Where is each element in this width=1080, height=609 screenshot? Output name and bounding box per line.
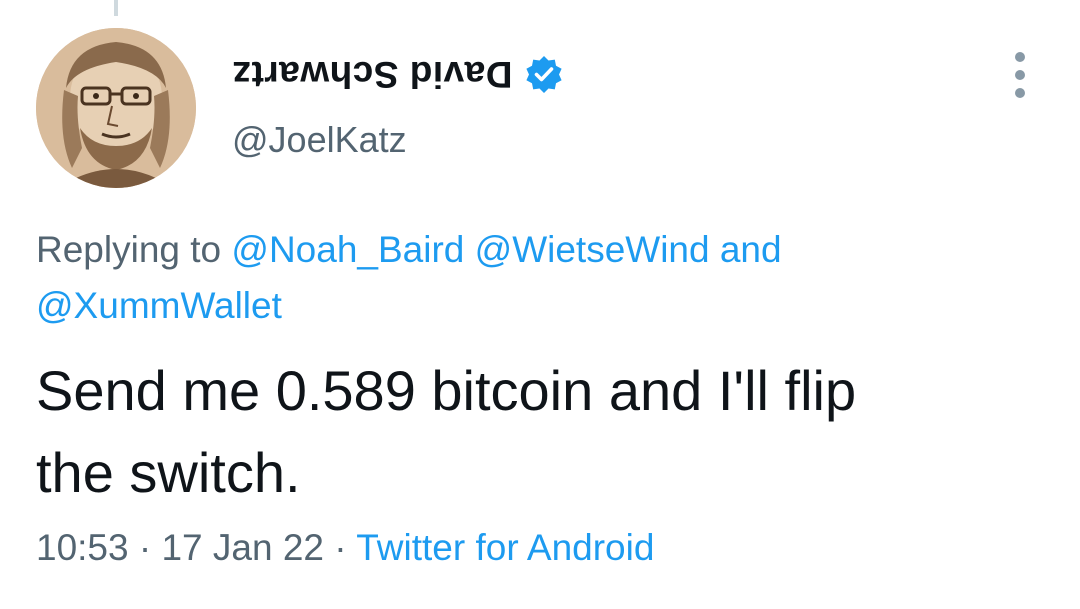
mention-link-xummwallet[interactable]: @XummWallet [36, 285, 282, 326]
verified-badge-icon [526, 56, 563, 93]
more-options-icon-dot [1015, 88, 1025, 98]
tweet-time[interactable]: 10:53 [36, 527, 129, 568]
author-name-row: David Schwartz [232, 52, 564, 96]
tweet-source-link[interactable]: Twitter for Android [356, 527, 654, 568]
tweet-text-line: Send me 0.589 bitcoin and I'll flip [36, 359, 857, 422]
tweet-text-line: the switch. [36, 441, 301, 504]
reply-context: Replying to @Noah_Baird @WietseWind and … [36, 222, 1046, 334]
thread-connector-line [114, 0, 118, 16]
mention-link-noah-baird[interactable]: @Noah_Baird [231, 229, 464, 270]
author-handle[interactable]: @JoelKatz [232, 118, 407, 162]
mention-link-wiesewind[interactable]: @WietseWind [475, 229, 710, 270]
avatar-sketch-portrait [36, 28, 196, 188]
reply-conjunction[interactable]: and [720, 229, 782, 270]
more-options-icon-dot [1015, 70, 1025, 80]
display-name[interactable]: David Schwartz [232, 52, 512, 96]
more-options-button[interactable] [1004, 52, 1036, 98]
meta-separator: · [334, 527, 347, 568]
reply-prefix: Replying to [36, 229, 222, 270]
meta-separator: · [138, 527, 152, 568]
tweet-date[interactable]: 17 Jan 22 [161, 527, 324, 568]
avatar[interactable] [36, 28, 196, 188]
tweet-text: Send me 0.589 bitcoin and I'll flip the … [36, 350, 1056, 514]
more-options-icon-dot [1015, 52, 1025, 62]
tweet-metadata: 10:53 · 17 Jan 22 · Twitter for Android [36, 524, 654, 572]
